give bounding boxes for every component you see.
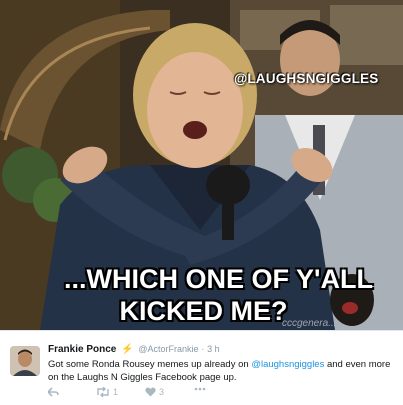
reply-arrow-icon <box>48 387 59 397</box>
avatar[interactable] <box>10 346 40 376</box>
author-handle[interactable]: @ActorFrankie <box>138 344 198 354</box>
tweet-header: Frankie Ponce ⚡ @ActorFrankie · 3 h <box>48 344 220 355</box>
retweet-icon <box>97 387 109 397</box>
meme-caption-top: ...WHICH ONE OF Y'ALL <box>64 264 373 294</box>
meme-caption-bottom: KICKED ME? <box>119 296 288 326</box>
lightning-bolt-icon: ⚡ <box>121 344 134 355</box>
tweet-card: Frankie Ponce ⚡ @ActorFrankie · 3 h Got … <box>0 330 403 405</box>
retweet-count: 1 <box>113 387 119 397</box>
more-button[interactable] <box>194 387 206 391</box>
mention-link[interactable]: @laughsngiggles <box>251 359 324 370</box>
meme-image[interactable]: @LAUGHSNGIGGLES ...WHICH ONE OF Y'ALL KI… <box>0 0 403 330</box>
tweet-text-part-1: Got some Ronda Rousey memes up already o… <box>48 359 252 370</box>
like-count: 3 <box>159 387 165 397</box>
author-name[interactable]: Frankie Ponce <box>48 344 116 355</box>
reply-button[interactable] <box>48 387 59 397</box>
meme-watermark: @LAUGHSNGIGGLES <box>234 71 379 86</box>
heart-icon <box>145 387 156 397</box>
tweet-actions: 1 3 <box>48 387 248 401</box>
like-button[interactable]: 3 <box>145 387 164 397</box>
timestamp[interactable]: 3 h <box>207 344 220 354</box>
retweet-button[interactable]: 1 <box>96 387 118 397</box>
meme-corner-watermark: cccgenera... <box>282 318 337 329</box>
separator: · <box>201 344 205 354</box>
tweet-text: Got some Ronda Rousey memes up already o… <box>48 358 396 384</box>
more-dots-icon <box>194 387 206 391</box>
